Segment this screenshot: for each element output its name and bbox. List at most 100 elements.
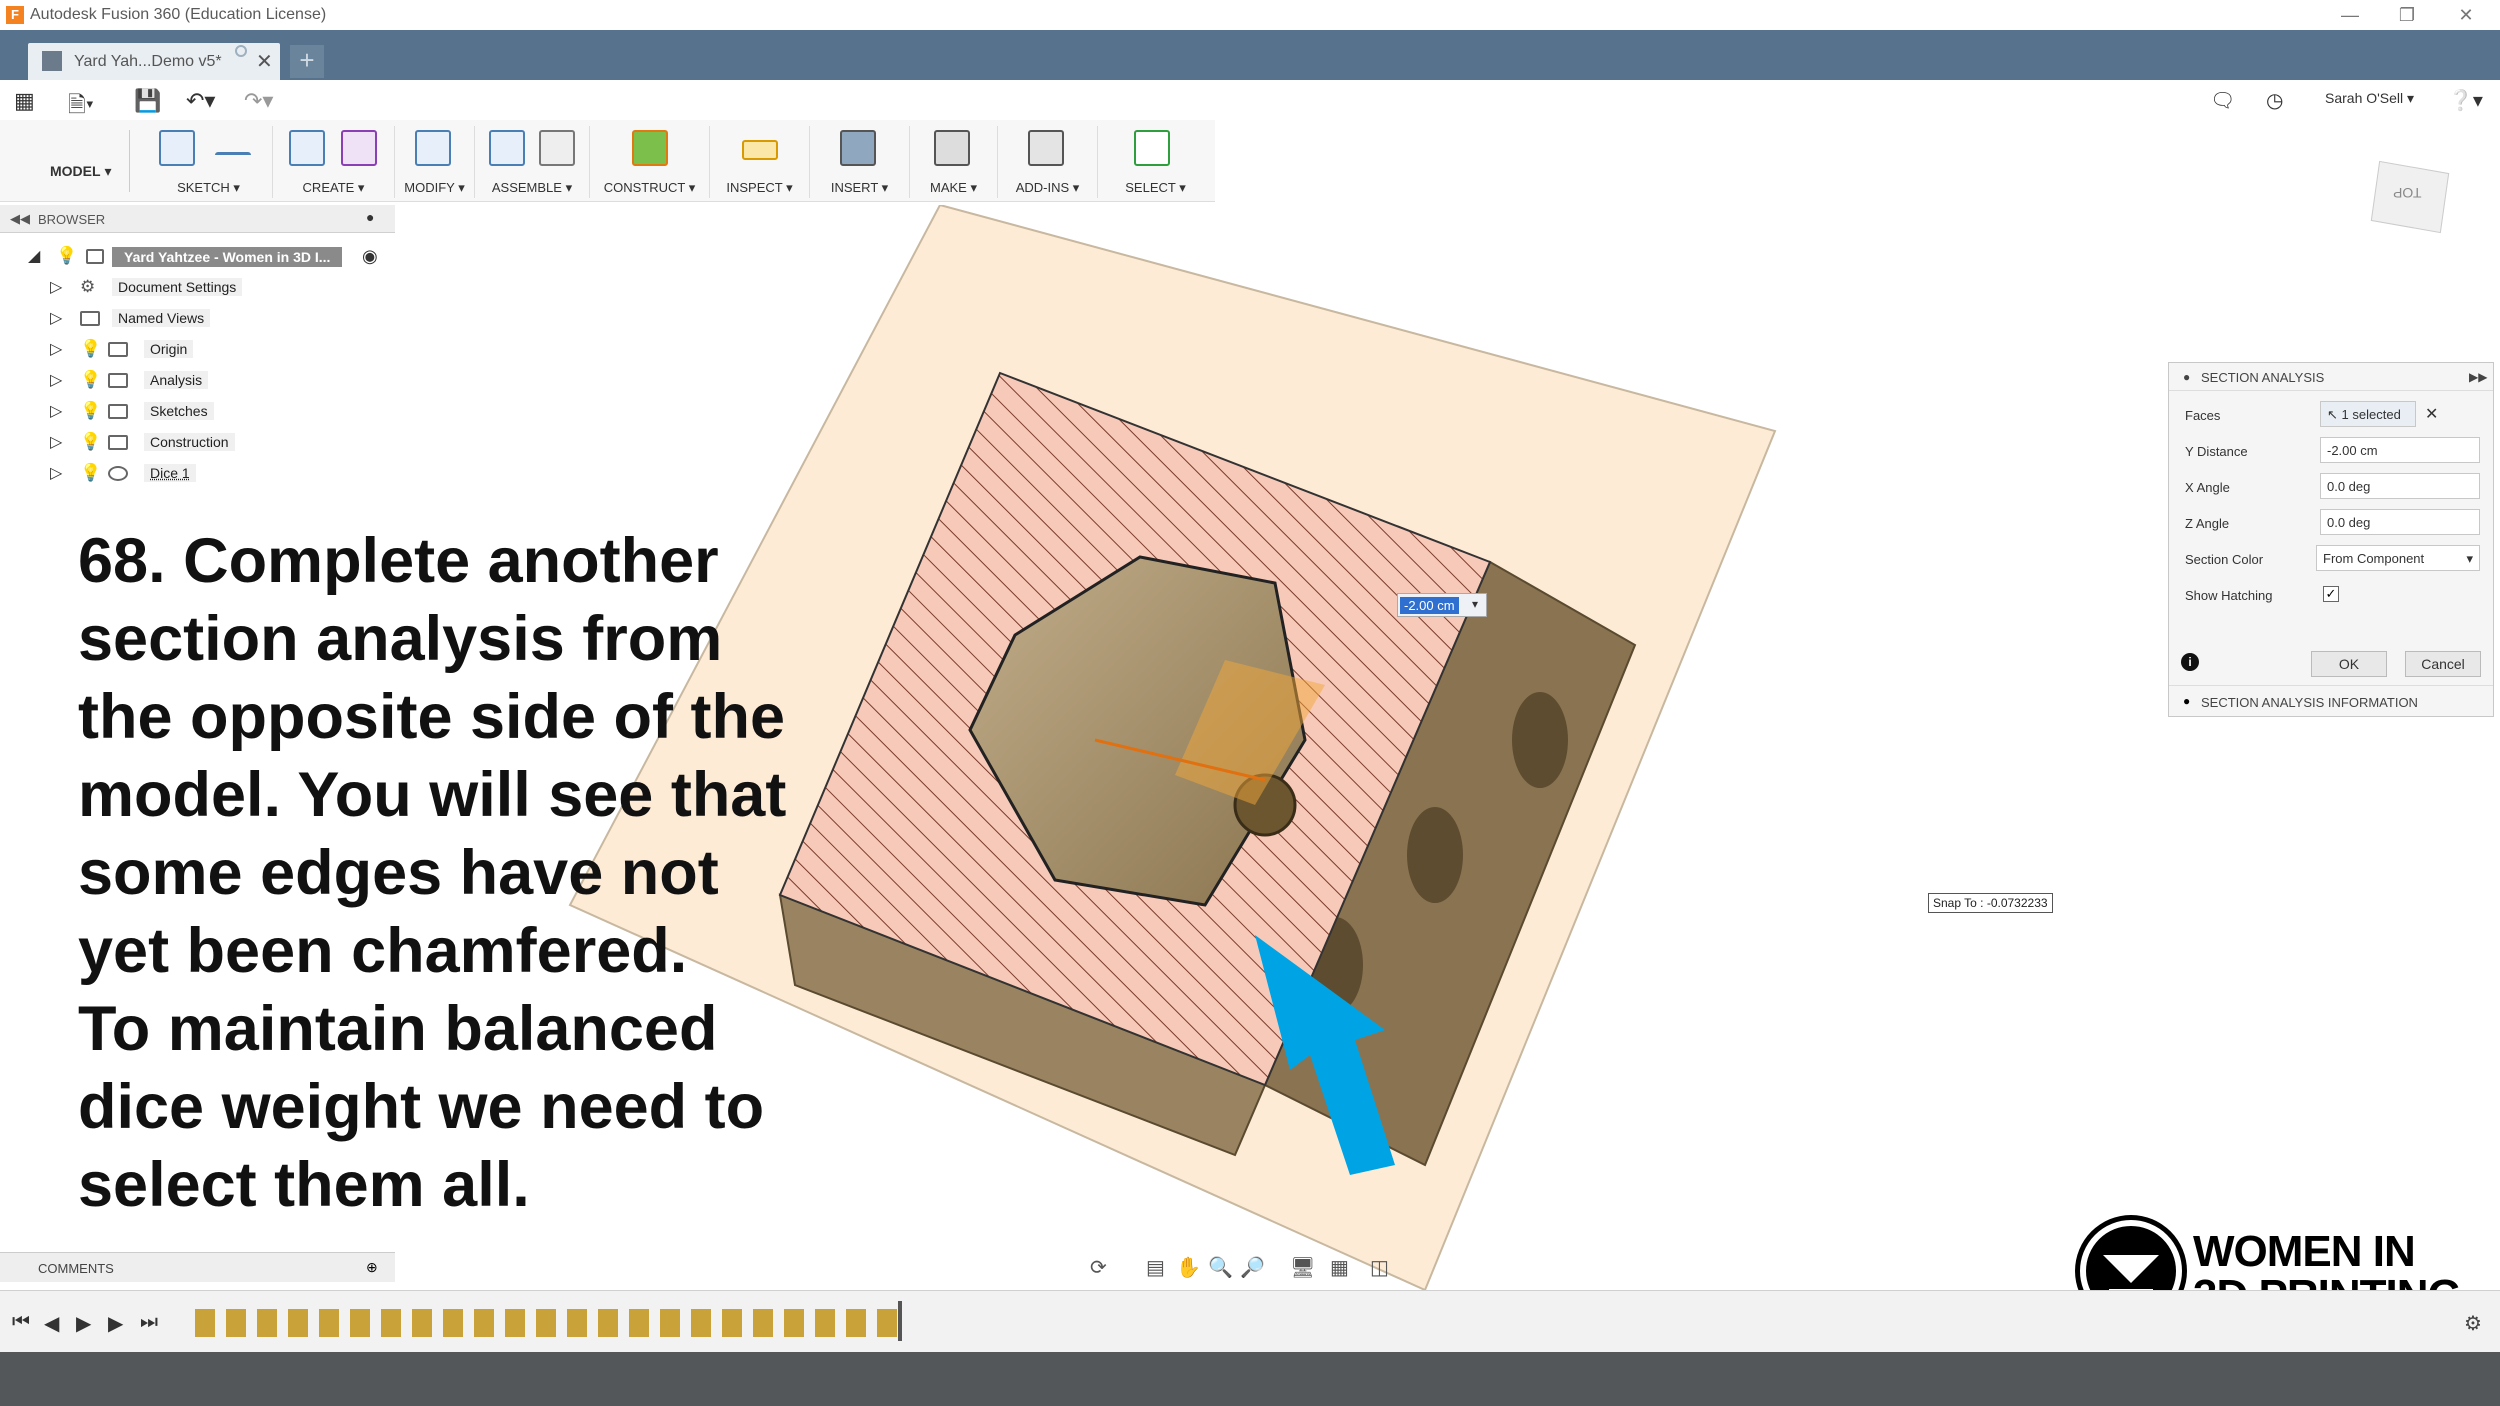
timeline-play-icon[interactable]: ▶ [76,1311,91,1336]
create-sketch-icon[interactable] [159,130,195,166]
expand-triangle-icon[interactable]: ▷ [50,432,62,452]
extrude-icon[interactable] [289,130,325,166]
expand-panel-icon[interactable]: ▶▶ [2469,370,2487,384]
expand-triangle-icon[interactable]: ▷ [50,463,62,483]
browser-item-dice-1[interactable]: ▷ 💡 Dice 1 [50,460,350,488]
show-hatching-checkbox[interactable]: ✓ [2323,586,2339,602]
expand-triangle-icon[interactable]: ▷ [50,370,62,390]
expand-triangle-icon[interactable]: ▷ [50,339,62,359]
joint-icon[interactable] [539,130,575,166]
close-icon[interactable]: ✕ [2446,2,2486,28]
user-account-menu[interactable]: Sarah O'Sell ▾ [2325,90,2414,107]
document-tab[interactable]: Yard Yah...Demo v5* ✕ [28,43,280,80]
viewports-icon[interactable]: ◫ [1370,1255,1389,1280]
info-icon[interactable]: i [2181,653,2199,671]
browser-root-node[interactable]: ◢ 💡 Yard Yahtzee - Women in 3D I... ◉ [28,243,388,271]
toolbar-group-make[interactable]: MAKE ▾ [910,126,998,198]
visibility-bulb-icon[interactable]: 💡 [80,339,101,359]
form-icon[interactable] [341,130,377,166]
z-angle-input[interactable]: 0.0 deg [2320,509,2480,535]
job-status-clock-icon[interactable]: ◷ [2266,88,2283,113]
section-analysis-info-header[interactable]: ● SECTION ANALYSIS INFORMATION [2169,685,2493,717]
browser-item-document-settings[interactable]: ▷ ⚙ Document Settings [50,274,350,302]
visibility-bulb-icon[interactable]: 💡 [80,463,101,483]
expand-triangle-icon[interactable]: ▷ [50,308,62,328]
view-cube[interactable]: TOP [2365,155,2475,250]
section-analysis-header[interactable]: ● SECTION ANALYSIS ▶▶ [2169,363,2493,391]
browser-item-origin[interactable]: ▷ 💡 Origin [50,336,350,364]
visibility-bulb-icon[interactable]: 💡 [80,370,101,390]
distance-input-floating[interactable]: -2.00 cm ▾ [1397,593,1487,617]
look-at-icon[interactable]: ▤ [1146,1255,1165,1280]
toolbar-group-select[interactable]: SELECT ▾ [1098,126,1213,198]
toolbar-group-add-ins[interactable]: ADD-INS ▾ [998,126,1098,198]
x-angle-input[interactable]: 0.0 deg [2320,473,2480,499]
browser-item-sketches[interactable]: ▷ 💡 Sketches [50,398,350,426]
workspace-switcher[interactable]: MODEL ▾ [10,130,130,192]
toolbar-group-insert[interactable]: INSERT ▾ [810,126,910,198]
offset-plane-icon[interactable] [632,130,668,166]
timeline-last-icon[interactable]: ⏭ [140,1311,158,1334]
browser-panel-header[interactable]: ◀◀ BROWSER ● [0,205,395,233]
cancel-button[interactable]: Cancel [2405,651,2481,677]
new-tab-button[interactable]: + [290,45,324,78]
help-icon[interactable]: ❔▾ [2448,88,2483,113]
scripts-icon[interactable] [1028,130,1064,166]
toolbar-group-construct[interactable]: CONSTRUCT ▾ [590,126,710,198]
browser-item-analysis[interactable]: ▷ 💡 Analysis [50,367,350,395]
toolbar-group-sketch[interactable]: SKETCH ▾ [145,126,273,198]
minimize-icon[interactable]: — [2330,2,2370,28]
zoom-icon[interactable]: 🔍 [1208,1255,1233,1280]
expand-triangle-icon[interactable]: ▷ [50,277,62,297]
browser-item-construction[interactable]: ▷ 💡 Construction [50,429,350,457]
measure-icon[interactable] [742,140,778,160]
add-comment-icon[interactable]: ⊕ [366,1259,378,1276]
3d-print-icon[interactable] [934,130,970,166]
timeline-first-icon[interactable]: ⏮ [12,1311,30,1334]
faces-selector[interactable]: ↖ 1 selected [2320,401,2416,427]
clear-selection-icon[interactable]: ✕ [2425,404,2438,424]
browser-item-named-views[interactable]: ▷ Named Views [50,305,350,333]
new-component-icon[interactable] [489,130,525,166]
dropdown-caret-icon[interactable]: ▾ [1472,597,1478,611]
visibility-bulb-icon[interactable]: 💡 [80,432,101,452]
undo-icon[interactable]: ↶▾ [186,88,215,114]
close-tab-icon[interactable]: ✕ [256,49,273,74]
pan-hand-icon[interactable]: ✋ [1176,1255,1201,1280]
insert-image-icon[interactable] [840,130,876,166]
orbit-icon[interactable]: ⟳ [1090,1255,1107,1280]
toolbar-group-modify[interactable]: MODIFY ▾ [395,126,475,198]
save-icon[interactable]: 💾 [134,88,161,114]
timeline-features[interactable] [195,1309,905,1337]
timeline-next-icon[interactable]: ▶ [108,1311,123,1336]
notifications-icon[interactable]: 🗨 [2210,88,2235,113]
data-panel-grid-icon[interactable]: ▦ [14,88,35,114]
collapse-dot-icon[interactable]: ● [2183,370,2190,384]
line-icon[interactable] [215,152,251,162]
expand-triangle-icon[interactable]: ▷ [50,401,62,421]
collapse-dot-icon[interactable]: ● [2183,694,2190,708]
timeline-settings-gear-icon[interactable]: ⚙ [2464,1311,2482,1336]
browser-pin-icon[interactable]: ● [366,209,374,225]
ok-button[interactable]: OK [2311,651,2387,677]
y-distance-input[interactable]: -2.00 cm [2320,437,2480,463]
restore-icon[interactable]: ❐ [2387,2,2427,28]
visibility-bulb-icon[interactable]: 💡 [56,246,77,266]
toolbar-group-assemble[interactable]: ASSEMBLE ▾ [475,126,590,198]
timeline-previous-icon[interactable]: ◀ [44,1311,59,1336]
expanded-triangle-icon[interactable]: ◢ [28,246,40,266]
visibility-bulb-icon[interactable]: 💡 [80,401,101,421]
select-icon[interactable] [1134,130,1170,166]
toolbar-group-create[interactable]: CREATE ▾ [273,126,395,198]
display-settings-icon[interactable]: 🖥 [1290,1255,1315,1280]
fit-icon[interactable]: 🔎 [1240,1255,1265,1280]
timeline-marker[interactable] [898,1301,902,1341]
comments-panel-header[interactable]: COMMENTS ⊕ [0,1252,395,1282]
press-pull-icon[interactable] [415,130,451,166]
grid-settings-icon[interactable]: ▦ [1330,1255,1349,1280]
toolbar-group-inspect[interactable]: INSPECT ▾ [710,126,810,198]
redo-icon[interactable]: ↷▾ [244,88,273,114]
collapse-browser-icon[interactable]: ◀◀ [10,211,30,227]
activate-radio-icon[interactable]: ◉ [362,246,378,267]
section-color-select[interactable]: From Component ▾ [2316,545,2480,571]
